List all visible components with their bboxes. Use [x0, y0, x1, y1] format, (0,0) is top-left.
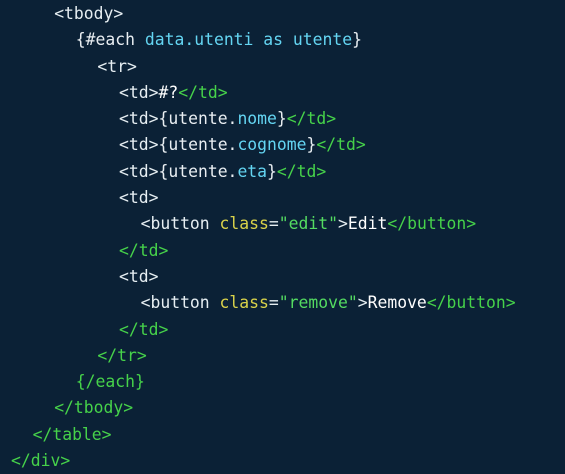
code-line: <td>{utente.eta}</td> — [0, 159, 565, 185]
code-editor[interactable]: <tbody> {#each data.utenti as utente} <tr>… — [0, 0, 565, 474]
code-token: <td> — [119, 135, 159, 155]
code-token: = — [268, 293, 279, 313]
code-token: cognome — [237, 135, 307, 155]
code-token: "edit" — [278, 214, 338, 234]
code-line: <td>#?</td> — [0, 80, 565, 106]
code-token: {utente. — [158, 135, 238, 155]
code-token: <button — [140, 214, 220, 234]
code-token: </td> — [119, 240, 169, 260]
code-token: </div> — [11, 451, 71, 471]
code-token: class — [219, 214, 269, 234]
code-token: </tbody> — [54, 398, 134, 418]
code-token: </td> — [286, 109, 337, 129]
code-token: {/each} — [75, 372, 145, 392]
code-line: </tbody> — [0, 395, 565, 421]
code-token: nome — [237, 109, 277, 129]
code-line: <td> — [0, 264, 565, 290]
code-token: </td> — [316, 135, 366, 155]
code-token: </button> — [387, 214, 477, 234]
code-token: Remove — [367, 293, 427, 313]
code-line: </td> — [0, 238, 565, 264]
code-token: {utente. — [158, 109, 238, 129]
code-token: eta — [237, 161, 268, 181]
code-line: <td> — [0, 185, 565, 211]
code-token: {#each — [75, 30, 145, 50]
code-line: <td>{utente.nome}</td> — [0, 106, 565, 132]
code-token: <td> — [119, 266, 159, 286]
code-token: </td> — [178, 82, 228, 102]
code-line: <tbody> — [0, 1, 565, 27]
code-token: Edit — [347, 214, 388, 234]
code-token: <tr> — [97, 56, 137, 76]
code-token: <td> — [119, 161, 159, 181]
code-token: </td> — [119, 319, 169, 339]
code-token: </button> — [426, 293, 516, 313]
code-token: } — [352, 30, 362, 50]
code-token: data.utenti as utente — [144, 30, 353, 50]
code-line: </td> — [0, 317, 565, 343]
code-token: class — [219, 293, 269, 313]
code-token: <button — [140, 293, 220, 313]
code-token: } — [276, 109, 287, 129]
code-token: <td> — [119, 188, 159, 208]
code-line: {/each} — [0, 369, 565, 395]
code-line: {#each data.utenti as utente} — [0, 27, 565, 53]
code-token: "remove" — [278, 293, 358, 313]
code-token: <tbody> — [54, 4, 124, 23]
code-line: </div> — [0, 448, 565, 474]
code-token: } — [306, 135, 317, 155]
code-token: } — [267, 161, 277, 181]
code-line: </table> — [0, 422, 565, 448]
code-line: <td>{utente.cognome}</td> — [0, 132, 565, 158]
code-line: <button class="edit">Edit</button> — [0, 211, 565, 237]
code-token: #? — [158, 82, 179, 102]
code-line: </tr> — [0, 343, 565, 369]
code-token: <td> — [119, 109, 159, 129]
code-token: </td> — [276, 161, 327, 181]
code-token: </tr> — [97, 345, 147, 365]
code-token: <td> — [119, 82, 159, 102]
code-token: = — [268, 214, 279, 234]
code-token: > — [357, 293, 368, 313]
code-line: <button class="remove">Remove</button> — [0, 290, 565, 316]
code-token: {utente. — [158, 161, 238, 181]
code-line: <tr> — [0, 54, 565, 80]
code-token: </table> — [32, 424, 112, 444]
code-token: > — [337, 214, 348, 234]
